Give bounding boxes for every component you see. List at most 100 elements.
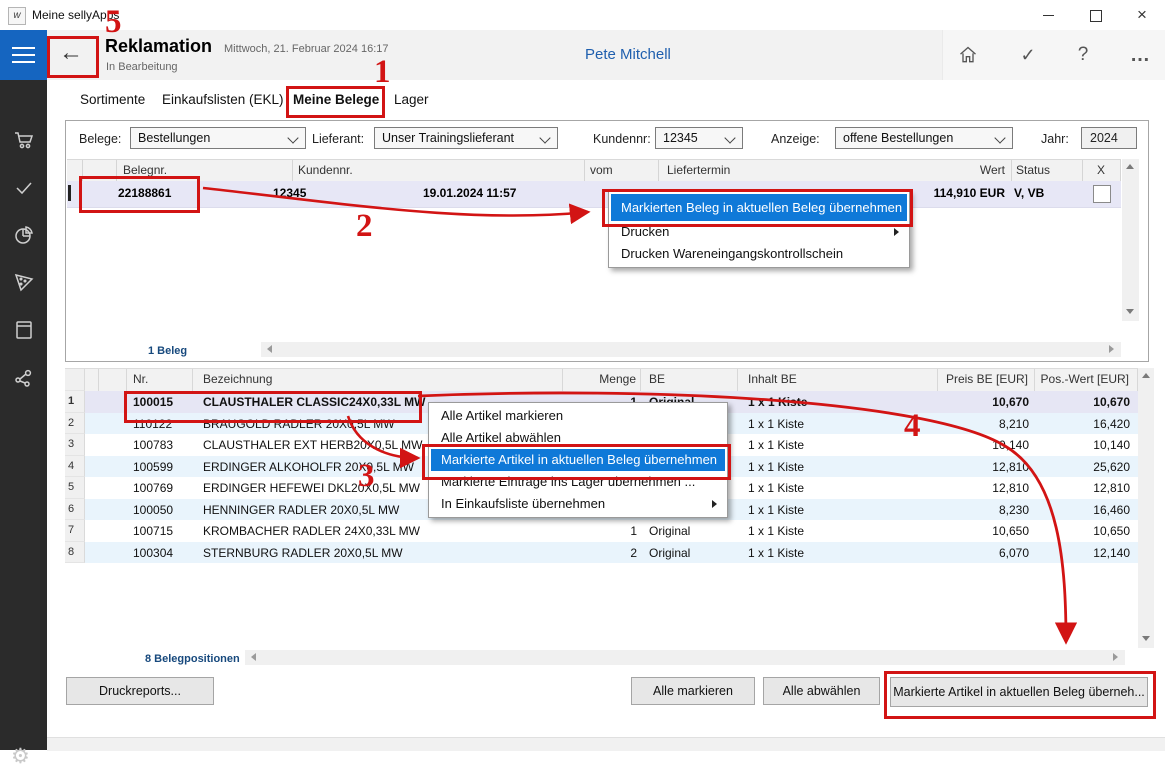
scroll-right-icon [1113,653,1118,661]
more-icon: … [1130,44,1150,66]
sidebar-item-catalog[interactable] [12,318,36,342]
alle-abwaehlen-button[interactable]: Alle abwählen [763,677,880,705]
minimize-icon [1043,15,1054,16]
scroll-right-icon [1109,345,1114,353]
inhalt-be-cell: 1 x 1 Kiste [738,499,938,521]
positionen-horizontal-scrollbar[interactable] [245,650,1125,665]
preis-be-cell: 8,210 [938,413,1035,435]
sidebar-item-cart[interactable] [12,128,36,152]
confirm-button[interactable]: ✓ [1010,38,1046,72]
tab-einkaufslisten[interactable]: Einkaufslisten (EKL) [162,92,284,107]
row-number: 3 [65,434,85,456]
inhalt-be-cell: 1 x 1 Kiste [738,477,938,499]
col-x: X [1097,163,1105,177]
user-name[interactable]: Pete Mitchell [585,46,671,63]
inhalt-be-cell: 1 x 1 Kiste [738,456,938,478]
settings-button[interactable]: ⚙ [11,744,30,769]
anzeige-filter-label: Anzeige: [771,132,820,146]
col-liefertermin: Liefertermin [667,163,730,177]
alle-markieren-button[interactable]: Alle markieren [631,677,755,705]
inhalt-be-cell: 1 x 1 Kiste [738,542,938,564]
bottom-strip [47,737,1165,751]
col-preis-be: Preis BE [EUR] [938,369,1035,391]
row-indicator-cell [99,499,127,521]
col-kundennr: Kundennr. [298,163,353,177]
table-row[interactable]: 7100715KROMBACHER RADLER 24X0,33L MW1Ori… [65,520,1138,542]
minimize-button[interactable] [1025,0,1071,30]
bezeichnung-cell: KROMBACHER RADLER 24X0,33L MW [193,520,563,542]
row-indicator-cell [99,542,127,564]
tab-sortimente[interactable]: Sortimente [80,92,145,107]
pos-wert-cell: 10,650 [1035,520,1138,542]
pie-chart-icon [12,223,36,247]
help-button[interactable]: ? [1065,38,1101,72]
tab-lager[interactable]: Lager [394,92,429,107]
page-title: Reklamation [105,36,212,57]
beleg-context-menu: Markierten Beleg in aktuellen Beleg über… [608,191,910,268]
table-row[interactable]: 8100304STERNBURG RADLER 20X0,5L MW2Origi… [65,542,1138,564]
beleg-checkbox[interactable] [1093,185,1111,203]
book-icon [12,318,36,342]
menu-item-drucken-kontrollschein[interactable]: Drucken Wareneingangskontrollschein [611,243,907,265]
jahr-input[interactable]: 2024 [1081,127,1137,149]
sidebar-item-statistics[interactable] [12,223,36,247]
pos-wert-cell: 12,810 [1035,477,1138,499]
menu-item-lager-uebernehmen[interactable]: Markierte Einträge ins Lager übernehmen … [431,471,725,493]
druckreports-button[interactable]: Druckreports... [66,677,214,705]
lieferant-dropdown[interactable]: Unser Trainingslieferant [374,127,558,149]
artikel-context-menu: Alle Artikel markieren Alle Artikel abwä… [428,402,728,518]
belege-horizontal-scrollbar[interactable] [261,342,1121,357]
sidebar-item-tasks[interactable] [12,176,36,200]
close-button[interactable]: × [1119,0,1165,30]
maximize-button[interactable] [1072,0,1118,30]
col-wert: Wert [967,163,1005,177]
kundennr-dropdown[interactable]: 12345 [655,127,743,149]
back-arrow-icon: ← [59,39,83,66]
row-indicator-cell [99,456,127,478]
menge-cell: 2 [563,542,641,564]
menu-item-beleg-uebernehmen[interactable]: Markierten Beleg in aktuellen Beleg über… [611,194,907,221]
artikel-nr-cell: 110122 [127,413,193,435]
anzeige-dropdown[interactable]: offene Bestellungen [835,127,1013,149]
window-title: Meine sellyApps [32,8,119,22]
sidebar-item-products[interactable] [12,270,36,294]
menu-item-alle-abwaehlen[interactable]: Alle Artikel abwählen [431,427,725,449]
menu-item-drucken[interactable]: Drucken [611,221,907,243]
menu-item-einkaufsliste[interactable]: In Einkaufsliste übernehmen [431,493,725,515]
chevron-down-icon [724,132,735,143]
row-indicator [68,185,71,201]
artikel-nr-cell: 100050 [127,499,193,521]
artikel-uebernehmen-button[interactable]: Markierte Artikel in aktuellen Beleg übe… [890,677,1148,707]
beleg-row[interactable]: 22188861 12345 19.01.2024 11:57 114,910 … [67,181,1121,208]
row-indicator-cell [99,413,127,435]
beleg-nr-cell: 22188861 [118,186,171,200]
preis-be-cell: 10,670 [938,391,1035,413]
menu-item-alle-markieren[interactable]: Alle Artikel markieren [431,405,725,427]
share-icon [12,366,36,390]
row-select-cell [85,434,99,456]
belege-dropdown[interactable]: Bestellungen [130,127,306,149]
beleg-kundennr-cell: 12345 [273,186,306,200]
pos-wert-cell: 10,670 [1035,391,1138,413]
row-number: 7 [65,520,85,542]
positionen-vertical-scrollbar[interactable] [1138,368,1154,648]
home-button[interactable] [950,38,986,72]
back-button[interactable]: ← [50,38,92,70]
belege-panel: Belege: Bestellungen Lieferant: Unser Tr… [65,120,1149,362]
row-select-cell [85,477,99,499]
cart-icon [12,128,36,152]
positionen-table-header: Nr. Bezeichnung Menge BE Inhalt BE Preis… [65,368,1138,392]
more-button[interactable]: … [1122,38,1158,72]
menu-toggle-button[interactable] [0,30,47,80]
scroll-left-icon [251,653,256,661]
sidebar-item-share[interactable] [12,366,36,390]
artikel-nr-cell: 100599 [127,456,193,478]
kundennr-filter-label: Kundennr: [593,132,651,146]
belege-vertical-scrollbar[interactable] [1122,159,1139,321]
beleg-wert-cell: 114,910 EUR [914,186,1005,200]
row-number: 5 [65,477,85,499]
menu-item-artikel-uebernehmen[interactable]: Markierte Artikel in aktuellen Beleg übe… [431,449,725,471]
tab-meine-belege[interactable]: Meine Belege [293,92,379,107]
preis-be-cell: 12,810 [938,477,1035,499]
row-select-cell [85,499,99,521]
